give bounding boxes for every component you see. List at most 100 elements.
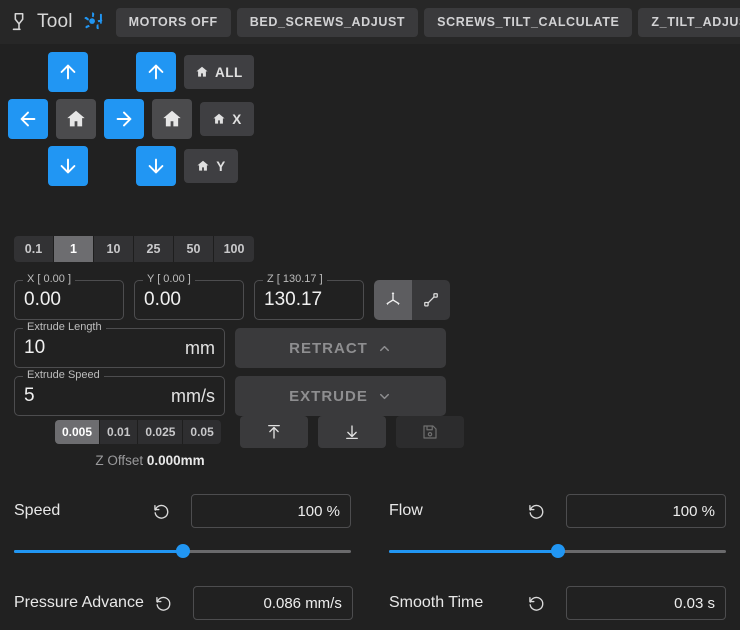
move-z-minus-button[interactable]	[136, 146, 176, 186]
movement-row-top: ALL	[0, 50, 300, 94]
z-offset-value: 0.000mm	[147, 453, 205, 468]
z-offset-save-button[interactable]	[396, 416, 464, 448]
z-step-option-3[interactable]: 0.05	[183, 420, 220, 444]
extrude-speed-field[interactable]: Extrude Speed 5 mm/s	[14, 376, 225, 416]
flow-slider[interactable]	[389, 536, 726, 566]
extrude-length-row: Extrude Length 10 mm RETRACT	[14, 328, 450, 368]
speed-value-field[interactable]: 100 %	[191, 494, 351, 528]
home-x-label: X	[232, 112, 242, 127]
macro-button-screws-tilt-calculate[interactable]: SCREWS_TILT_CALCULATE	[424, 8, 632, 37]
extrude-length-legend: Extrude Length	[23, 321, 106, 333]
z-offset-action-buttons	[240, 416, 464, 448]
move-y-plus-button[interactable]	[48, 52, 88, 92]
z-step-option-1[interactable]: 0.01	[100, 420, 138, 444]
home-icon	[161, 108, 183, 130]
chevron-down-icon	[377, 389, 392, 404]
arrow-right-icon	[113, 108, 135, 130]
flow-slider-knob[interactable]	[551, 544, 565, 558]
arrow-left-icon	[17, 108, 39, 130]
speed-label: Speed	[14, 502, 60, 520]
speed-slider-track[interactable]	[14, 550, 351, 553]
z-step-option-2[interactable]: 0.025	[138, 420, 183, 444]
macro-button-z-tilt-adjust[interactable]: Z_TILT_ADJUST	[638, 8, 740, 37]
smooth-time-value-field[interactable]: 0.03 s	[566, 586, 726, 620]
retract-button[interactable]: RETRACT	[235, 328, 446, 368]
step-option-0[interactable]: 0.1	[14, 236, 54, 262]
move-x-plus-button[interactable]	[104, 99, 144, 139]
z-position-field[interactable]: Z [ 130.17 ] 130.17	[254, 280, 364, 320]
coordinate-row: X [ 0.00 ] 0.00 Y [ 0.00 ] 0.00 Z [ 130.…	[14, 280, 450, 320]
step-option-2[interactable]: 10	[94, 236, 134, 262]
motion-mode-toggle[interactable]	[374, 280, 450, 320]
home-all-button[interactable]: ALL	[184, 55, 254, 89]
smooth-time-reset-icon[interactable]	[527, 594, 546, 613]
x-position-field[interactable]: X [ 0.00 ] 0.00	[14, 280, 124, 320]
move-z-plus-button[interactable]	[136, 52, 176, 92]
z-step-option-0[interactable]: 0.005	[55, 420, 100, 444]
extrude-speed-unit: mm/s	[171, 386, 215, 407]
extrude-length-field[interactable]: Extrude Length 10 mm	[14, 328, 225, 368]
movement-row-bottom: Y	[0, 144, 300, 188]
pressure-advance-value-field[interactable]: 0.086 mm/s	[193, 586, 353, 620]
panel-body: ALL	[0, 44, 740, 630]
y-position-legend: Y [ 0.00 ]	[143, 273, 195, 285]
flow-slider-track[interactable]	[389, 550, 726, 553]
extrude-button[interactable]: EXTRUDE	[235, 376, 446, 416]
macro-button-motors-off[interactable]: MOTORS OFF	[116, 8, 231, 37]
home-xy-button[interactable]	[56, 99, 96, 139]
speed-slider-block: Speed 100 %	[0, 486, 365, 566]
y-position-value: 0.00	[144, 289, 181, 311]
diagonal-move-icon	[421, 290, 441, 310]
move-x-minus-button[interactable]	[8, 99, 48, 139]
save-disk-icon	[421, 423, 439, 441]
axes-mode-button[interactable]	[374, 280, 412, 320]
retract-label: RETRACT	[289, 340, 368, 357]
home-z-button[interactable]	[152, 99, 192, 139]
speed-slider-knob[interactable]	[176, 544, 190, 558]
arrow-up-icon	[145, 61, 167, 83]
home-y-label: Y	[216, 159, 226, 174]
arrow-down-icon	[57, 155, 79, 177]
z-offset-increase-button[interactable]	[240, 416, 308, 448]
step-option-5[interactable]: 100	[214, 236, 254, 262]
home-x-button[interactable]: X	[200, 102, 254, 136]
extrude-length-value: 10	[24, 337, 45, 359]
smooth-time-slider-block: Smooth Time 0.03 s	[375, 578, 740, 630]
macro-button-bed-screws-adjust[interactable]: BED_SCREWS_ADJUST	[237, 8, 418, 37]
panel-title-group: Tool	[8, 11, 104, 33]
axis-tripod-icon	[383, 290, 403, 310]
flow-reset-icon[interactable]	[527, 502, 546, 521]
speed-reset-icon[interactable]	[152, 502, 171, 521]
pressure-advance-slider-block: Pressure Advance 0.086 mm/s	[0, 578, 365, 630]
diagonal-move-mode-button[interactable]	[412, 280, 450, 320]
speed-slider[interactable]	[14, 536, 351, 566]
smooth-time-label: Smooth Time	[389, 594, 483, 612]
movement-pad: ALL	[0, 50, 300, 191]
step-size-selector[interactable]: 0.1 1 10 25 50 100	[14, 236, 254, 262]
slider-row-1: Speed 100 %	[0, 486, 740, 566]
z-offset-decrease-button[interactable]	[318, 416, 386, 448]
arrow-up-to-line-icon	[265, 423, 283, 441]
pressure-advance-slider-header: Pressure Advance 0.086 mm/s	[14, 578, 351, 628]
z-position-value: 130.17	[264, 289, 322, 311]
arrow-up-icon	[57, 61, 79, 83]
home-icon	[65, 108, 87, 130]
z-offset-controls: 0.005 0.01 0.025 0.05	[55, 420, 221, 444]
page-title: Tool	[37, 11, 73, 33]
nozzle-icon	[8, 11, 30, 33]
home-y-button[interactable]: Y	[184, 149, 238, 183]
flow-value-field[interactable]: 100 %	[566, 494, 726, 528]
step-option-1[interactable]: 1	[54, 236, 94, 262]
smooth-time-slider-header: Smooth Time 0.03 s	[389, 578, 726, 628]
move-y-minus-button[interactable]	[48, 146, 88, 186]
home-all-label: ALL	[215, 65, 243, 80]
flow-slider-fill	[389, 550, 558, 553]
extrude-label: EXTRUDE	[289, 388, 368, 405]
step-option-3[interactable]: 25	[134, 236, 174, 262]
chevron-up-icon	[377, 341, 392, 356]
y-position-field[interactable]: Y [ 0.00 ] 0.00	[134, 280, 244, 320]
z-offset-step-selector[interactable]: 0.005 0.01 0.025 0.05	[55, 420, 221, 444]
step-option-4[interactable]: 50	[174, 236, 214, 262]
pressure-advance-reset-icon[interactable]	[154, 594, 173, 613]
slider-section: Speed 100 %	[0, 486, 740, 630]
